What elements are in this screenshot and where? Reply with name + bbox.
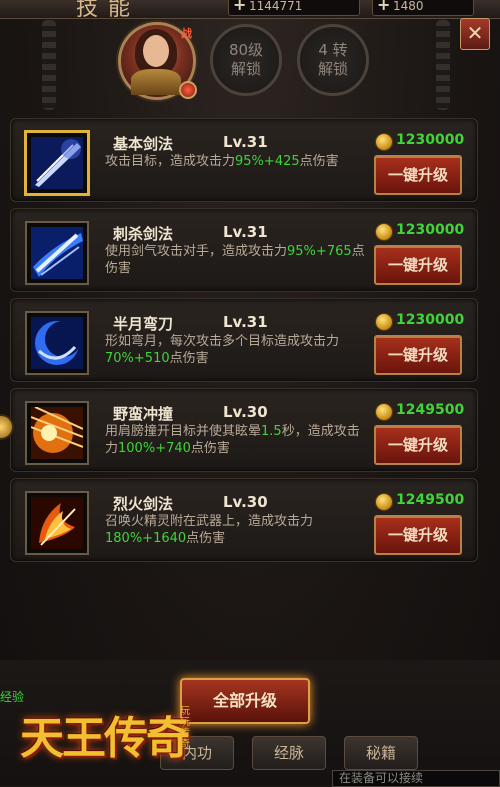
desc-text: 用肩膀撞开目标并使其眩晕 (105, 424, 262, 439)
sword-thrust-icon (31, 227, 83, 279)
desc-text: 召唤火精灵附在武器上，造成攻击力 (105, 514, 314, 529)
skill-row: 烈火剑法 Lv.30 召唤火精灵附在武器上，造成攻击力 180%+1640点伤害 … (10, 478, 478, 562)
desc-percent: 100% (118, 441, 156, 456)
desc-text: 点伤害 (169, 351, 209, 366)
chain-decoration-left (42, 20, 56, 110)
unlock-slot-level[interactable]: 80级 解锁 (210, 24, 282, 96)
desc-text: 攻击目标，造成攻击力 (105, 154, 236, 169)
resource-gold-value: 1144771 (249, 0, 303, 13)
desc-text: 点伤害 (299, 154, 339, 169)
upgrade-cost: 1230000 (396, 222, 465, 238)
unlock-slot-line1: 80级 (228, 41, 264, 59)
skill-icon-frame[interactable] (25, 221, 89, 285)
skill-name: 半月弯刀 (113, 315, 174, 333)
skill-name: 烈火剑法 (113, 495, 174, 513)
skill-row: 刺杀剑法 Lv.31 使用剑气攻击对手，造成攻击力95%+765点伤害 1230… (10, 208, 478, 292)
desc-text: 使用剑气攻击对手，造成攻击力 (105, 244, 288, 259)
character-avatar[interactable]: 战 (118, 22, 197, 100)
unlock-slot-line1: 4 转 (318, 41, 348, 59)
plus-icon[interactable]: + (377, 0, 390, 14)
desc-text: 点伤害 (190, 441, 230, 456)
coin-icon (375, 403, 393, 421)
skill-name: 基本剑法 (113, 135, 174, 153)
close-button[interactable]: ✕ (460, 18, 490, 50)
gem-icon (179, 81, 197, 99)
skill-level: Lv.30 (223, 493, 268, 511)
upgrade-cost: 1249500 (396, 402, 465, 418)
upgrade-button[interactable]: 一键升级 (374, 155, 462, 195)
upgrade-cost: 1230000 (396, 312, 465, 328)
logo-text: 天王传奇 (20, 713, 190, 764)
unlock-slot-rebirth[interactable]: 4 转 解锁 (297, 24, 369, 96)
skill-row: 半月弯刀 Lv.31 形如弯月，每次攻击多个目标造成攻击力70%+510点伤害 … (10, 298, 478, 382)
sword-slash-icon (31, 137, 83, 189)
skill-name: 刺杀剑法 (113, 225, 174, 243)
desc-bonus: +765 (315, 244, 352, 259)
unlock-slot-line2: 解锁 (230, 60, 261, 78)
coin-icon (375, 493, 393, 511)
skill-description: 用肩膀撞开目标并使其眩晕1.5秒，造成攻击力100%+740点伤害 (105, 423, 367, 457)
desc-bonus: +1640 (142, 531, 187, 546)
skill-row: 基本剑法 Lv.31 攻击目标，造成攻击力95%+425点伤害 1230000 … (10, 118, 478, 202)
upgrade-button[interactable]: 一键升级 (374, 245, 462, 285)
coin-icon (375, 313, 393, 331)
skill-description: 形如弯月，每次攻击多个目标造成攻击力 70%+510点伤害 (105, 333, 367, 367)
window-title: 技能 (75, 0, 140, 21)
skill-icon-frame[interactable] (25, 491, 89, 555)
skill-level: Lv.31 (223, 313, 268, 331)
resource-ingot-value: 1480 (393, 0, 424, 13)
resource-ingot[interactable]: + 1480 (372, 0, 474, 16)
unlock-slot-line2: 解锁 (317, 60, 348, 78)
hint-text: 在装备可以接续 (332, 770, 500, 787)
skill-row: 野蛮冲撞 Lv.30 用肩膀撞开目标并使其眩晕1.5秒，造成攻击力100%+74… (10, 388, 478, 472)
desc-percent: 95% (235, 154, 264, 169)
plus-icon[interactable]: + (233, 0, 246, 14)
skill-icon-frame[interactable] (24, 130, 90, 196)
charge-icon (31, 407, 83, 459)
skill-description: 使用剑气攻击对手，造成攻击力95%+765点伤害 (105, 243, 367, 277)
desc-text: 点伤害 (186, 531, 226, 546)
skill-name: 野蛮冲撞 (113, 405, 174, 423)
desc-stun: 1.5 (261, 424, 282, 439)
upgrade-cost: 1230000 (396, 132, 465, 148)
crescent-blade-icon (31, 317, 83, 369)
resource-gold[interactable]: + 1144771 (228, 0, 360, 16)
skill-level: Lv.30 (223, 403, 268, 421)
desc-bonus: +740 (155, 441, 191, 456)
skill-icon-frame[interactable] (25, 401, 89, 465)
skill-icon-frame[interactable] (25, 311, 89, 375)
coin-icon (375, 133, 393, 151)
upgrade-button[interactable]: 一键升级 (374, 515, 462, 555)
desc-text: 形如弯月，每次攻击多个目标造成攻击力 (105, 334, 340, 349)
desc-bonus: +510 (133, 351, 170, 366)
upgrade-button[interactable]: 一键升级 (374, 425, 462, 465)
tab-secret-book[interactable]: 秘籍 (344, 736, 418, 770)
desc-percent: 180% (105, 531, 143, 546)
skill-list: 基本剑法 Lv.31 攻击目标，造成攻击力95%+425点伤害 1230000 … (10, 108, 478, 660)
class-badge: 战 (181, 27, 192, 40)
avatar-armor (131, 69, 181, 95)
desc-percent: 95% (287, 244, 316, 259)
chain-decoration-right (436, 20, 450, 110)
upgrade-cost: 1249500 (396, 492, 465, 508)
skill-level: Lv.31 (223, 223, 268, 241)
avatar-face (143, 35, 169, 67)
flame-sword-icon (31, 497, 83, 549)
upgrade-button[interactable]: 一键升级 (374, 335, 462, 375)
desc-percent: 70% (105, 351, 134, 366)
skill-description: 召唤火精灵附在武器上，造成攻击力 180%+1640点伤害 (105, 513, 367, 547)
desc-bonus: +425 (263, 154, 300, 169)
tab-meridian[interactable]: 经脉 (252, 736, 326, 770)
coin-icon (375, 223, 393, 241)
logo-subtitle: 玩玩传奇 (180, 706, 190, 750)
skill-description: 攻击目标，造成攻击力95%+425点伤害 (105, 153, 367, 170)
skill-level: Lv.31 (223, 133, 268, 151)
game-logo: 天王传奇 玩玩传奇 (2, 688, 202, 785)
